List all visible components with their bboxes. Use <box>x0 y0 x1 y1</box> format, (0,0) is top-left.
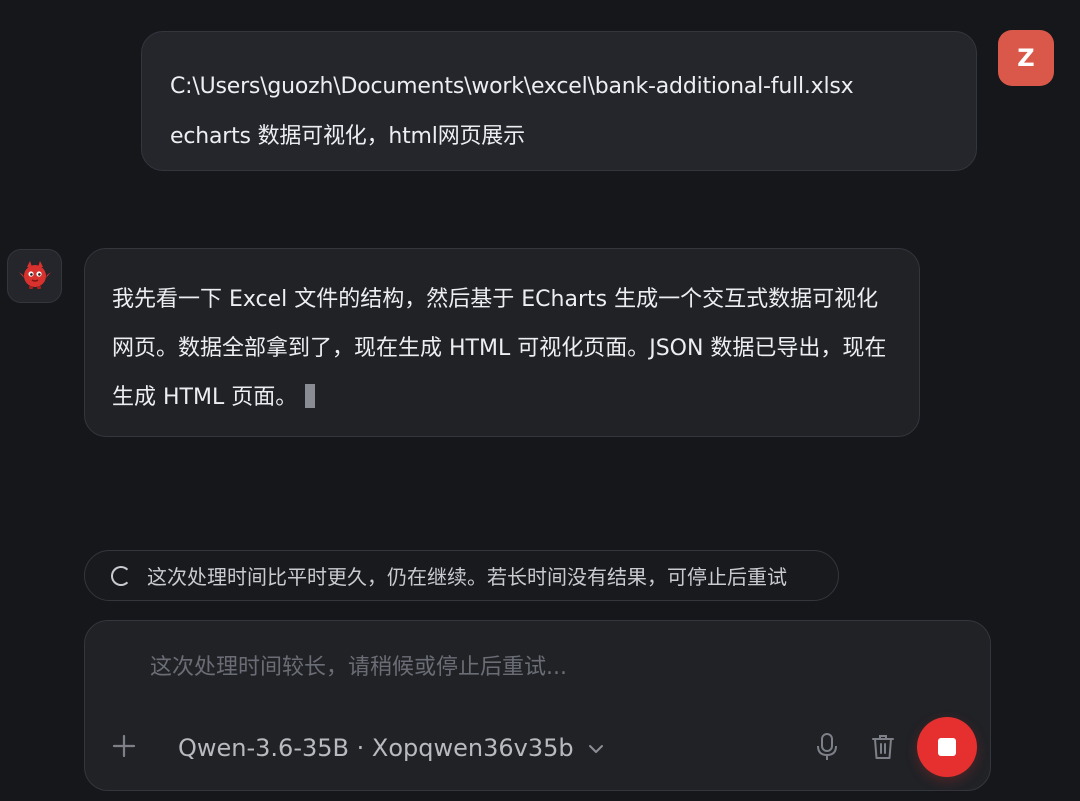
user-avatar-letter: Z <box>1017 44 1035 72</box>
loading-spinner-icon <box>111 565 131 586</box>
assistant-message-bubble: 我先看一下 Excel 文件的结构，然后基于 ECharts 生成一个交互式数据… <box>84 248 920 437</box>
status-text: 这次处理时间比平时更久，仍在继续。若长时间没有结果，可停止后重试 <box>147 565 787 589</box>
message-composer: 这次处理时间较长，请稍候或停止后重试... Qwen-3.6-35B · Xop… <box>84 620 991 791</box>
processing-status: 这次处理时间比平时更久，仍在继续。若长时间没有结果，可停止后重试 <box>84 550 839 601</box>
trash-icon <box>871 733 895 765</box>
assistant-message-content: 我先看一下 Excel 文件的结构，然后基于 ECharts 生成一个交互式数据… <box>112 287 887 410</box>
voice-input-button[interactable] <box>813 733 841 765</box>
clear-button[interactable] <box>869 733 897 765</box>
model-selector[interactable]: Qwen-3.6-35B · Xopqwen36v35b <box>178 727 604 769</box>
typing-cursor <box>305 384 316 408</box>
chat-page: C:\Users\guozh\Documents\work\excel\bank… <box>0 0 1080 801</box>
microphone-icon <box>815 732 839 766</box>
assistant-avatar <box>7 249 62 303</box>
model-name: Qwen-3.6-35B · Xopqwen36v35b <box>178 734 574 762</box>
user-message-line: echarts 数据可视化，html网页展示 <box>170 124 525 149</box>
assistant-message-text: 我先看一下 Excel 文件的结构，然后基于 ECharts 生成一个交互式数据… <box>112 275 891 422</box>
stop-icon <box>938 738 956 756</box>
add-attachment-button[interactable] <box>107 731 141 765</box>
red-bot-mascot-icon <box>18 257 52 295</box>
chevron-down-icon <box>588 739 604 758</box>
user-message-line: C:\Users\guozh\Documents\work\excel\bank… <box>170 74 854 99</box>
user-avatar[interactable]: Z <box>998 30 1054 86</box>
plus-icon <box>111 733 137 763</box>
message-input[interactable]: 这次处理时间较长，请稍候或停止后重试... <box>150 649 567 681</box>
stop-generation-button[interactable] <box>917 717 977 777</box>
user-message-bubble: C:\Users\guozh\Documents\work\excel\bank… <box>141 31 977 171</box>
